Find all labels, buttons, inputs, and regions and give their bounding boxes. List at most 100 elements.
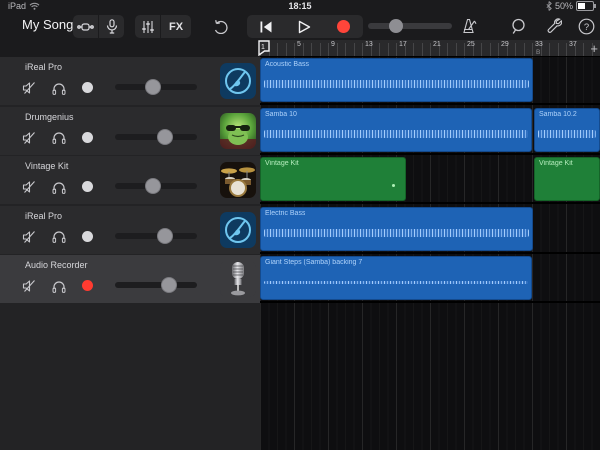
region-samba-10-2[interactable]: Samba 10.2 [534, 107, 600, 152]
ireal-pro-icon[interactable] [220, 211, 256, 248]
headphones-icon[interactable] [51, 229, 67, 245]
track-name: Audio Recorder [25, 260, 88, 270]
timeline-lane-0[interactable]: Acoustic Bass [260, 57, 600, 105]
play-button[interactable] [292, 15, 317, 38]
vintage-kit-icon[interactable] [220, 162, 256, 198]
master-volume-slider[interactable] [368, 19, 452, 33]
track-row-drumgenius[interactable]: Drumgenius [0, 106, 260, 155]
ruler-bar-number: 33 [535, 41, 543, 48]
headphones-icon[interactable] [51, 80, 67, 96]
ruler-tick [566, 43, 567, 56]
ruler-tick [583, 43, 584, 56]
region-label: Samba 10 [265, 110, 297, 118]
timeline-ruler[interactable]: 15913172125293337B+1 [258, 40, 600, 57]
ruler-bar-number: 37 [569, 41, 577, 48]
track-volume-knob[interactable] [157, 227, 174, 244]
mute-icon[interactable] [21, 229, 37, 245]
track-volume-slider[interactable] [115, 128, 197, 145]
track-controls-button[interactable] [135, 15, 160, 38]
track-volume-knob[interactable] [145, 79, 162, 95]
region-samba-10[interactable]: Samba 10 [260, 107, 532, 152]
mute-icon[interactable] [21, 130, 37, 146]
my-songs-button[interactable]: My Songs [22, 17, 80, 32]
ireal-pro-icon[interactable] [220, 63, 256, 99]
timeline-area[interactable]: 15913172125293337B+1 Acoustic BassSamba … [258, 40, 600, 450]
ruler-tick [430, 43, 431, 56]
ruler-tick [523, 43, 525, 56]
clock: 18:15 [288, 1, 312, 11]
ruler-bar-number: 29 [501, 41, 509, 48]
region-vintage-kit[interactable]: Vintage Kit [260, 157, 406, 201]
ruler-tick [387, 43, 389, 56]
mute-icon[interactable] [21, 80, 37, 96]
track-name: Drumgenius [25, 111, 74, 122]
bluetooth-icon [546, 1, 552, 11]
playhead[interactable]: 1 [258, 40, 271, 56]
ruler-tick [328, 43, 329, 56]
timeline-lane-1[interactable]: Samba 10 Samba 10.2 [260, 107, 600, 155]
microphone-input-button[interactable] [99, 15, 124, 38]
record-enable-dot[interactable] [82, 181, 93, 192]
track-volume-slider[interactable] [115, 227, 197, 244]
track-row-ireal-pro[interactable]: iReal Pro [0, 57, 260, 105]
master-volume-knob[interactable] [389, 19, 403, 33]
track-volume-knob[interactable] [156, 128, 173, 145]
headphones-icon[interactable] [51, 179, 67, 195]
headphones-icon[interactable] [51, 130, 67, 146]
settings-button[interactable] [543, 15, 565, 37]
region-giant-steps-samba-backing-7[interactable]: Giant Steps (Samba) backing 7 [260, 256, 532, 300]
undo-button[interactable] [210, 16, 230, 36]
region-electric-bass[interactable]: Electric Bass [260, 206, 533, 251]
instrument-connector-button[interactable] [73, 15, 98, 38]
drumgenius-icon[interactable] [220, 112, 256, 149]
ruler-tick [396, 43, 397, 56]
record-enable-dot[interactable] [82, 131, 93, 143]
garageband-app: iPad 18:15 50% My Songs FX ? iReal Pro D… [0, 0, 600, 450]
region-acoustic-bass[interactable]: Acoustic Bass [260, 58, 533, 102]
ruler-tick [447, 43, 448, 56]
region-label: Vintage Kit [539, 160, 573, 167]
ruler-tick [464, 43, 465, 56]
rewind-icon [260, 21, 272, 32]
metronome-button[interactable] [458, 15, 480, 37]
section-marker: B [536, 49, 541, 56]
track-volume-knob[interactable] [145, 178, 162, 194]
region-label: Giant Steps (Samba) backing 7 [265, 259, 363, 266]
fx-button[interactable]: FX [161, 15, 191, 38]
track-volume-slider[interactable] [115, 178, 197, 194]
headphones-icon[interactable] [51, 278, 67, 294]
metronome-icon [462, 18, 476, 34]
region-vintage-kit[interactable]: Vintage Kit [534, 157, 600, 201]
timeline-lane-3[interactable]: Electric Bass [260, 206, 600, 254]
track-volume-slider[interactable] [115, 79, 197, 95]
mute-icon[interactable] [21, 278, 37, 294]
timeline-lane-2[interactable]: Vintage Kit Vintage Kit [260, 156, 600, 204]
status-bar: iPad 18:15 50% [0, 0, 600, 13]
svg-text:?: ? [583, 22, 588, 33]
audio-recorder-icon[interactable] [220, 261, 256, 297]
loop-browser-button[interactable] [507, 15, 529, 37]
record-button[interactable] [331, 15, 356, 38]
mute-icon[interactable] [21, 179, 37, 195]
record-enable-dot[interactable] [82, 280, 93, 291]
record-enable-dot[interactable] [82, 82, 93, 93]
ruler-tick [319, 43, 321, 56]
track-volume-slider[interactable] [115, 277, 197, 293]
track-volume-knob[interactable] [161, 277, 178, 293]
track-header-panel: iReal Pro Drumgenius Vintage Kit iReal Pro A… [0, 40, 260, 450]
ruler-tick [336, 43, 338, 56]
mixer-levels-icon [141, 20, 154, 33]
audio-waveform [264, 80, 529, 88]
ruler-tick [421, 43, 423, 56]
rewind-button[interactable] [254, 15, 279, 38]
record-enable-dot[interactable] [82, 230, 93, 242]
track-row-ireal-pro[interactable]: iReal Pro [0, 205, 260, 254]
track-row-vintage-kit[interactable]: Vintage Kit [0, 156, 260, 204]
track-row-audio-recorder[interactable]: Audio Recorder [0, 255, 260, 303]
add-bars-button[interactable]: + [590, 41, 598, 56]
timeline-lane-4[interactable]: Giant Steps (Samba) backing 7 [260, 255, 600, 303]
audio-waveform [264, 228, 529, 237]
help-button[interactable]: ? [575, 15, 597, 37]
ruler-tick [413, 43, 414, 56]
ruler-tick [557, 43, 559, 56]
